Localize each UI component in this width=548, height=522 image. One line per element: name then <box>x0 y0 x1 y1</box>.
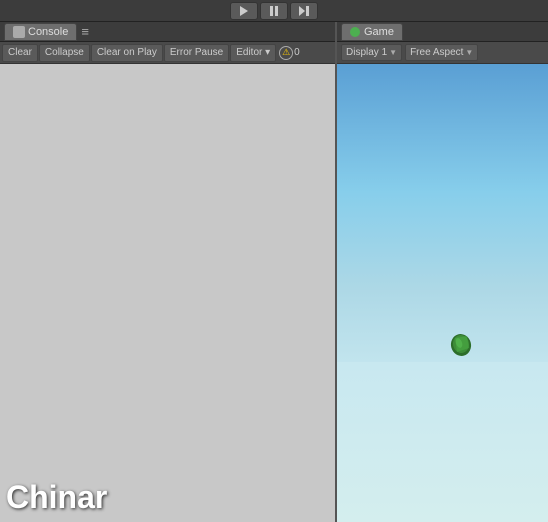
console-content: Chinar <box>0 64 335 522</box>
sky-background <box>337 64 548 385</box>
console-icon <box>13 26 25 38</box>
step-button[interactable] <box>290 2 318 20</box>
ground-background <box>337 362 548 522</box>
console-tab-bar: Console ≡ <box>0 22 335 42</box>
game-object <box>447 330 475 358</box>
error-pause-button[interactable]: Error Pause <box>164 44 229 62</box>
game-viewport <box>337 64 548 522</box>
console-tab[interactable]: Console <box>4 23 77 41</box>
display-label: Display 1 <box>346 47 387 58</box>
leaf-svg <box>447 330 475 358</box>
warning-count: 0 <box>294 47 300 58</box>
display-select[interactable]: Display 1 ▼ <box>341 44 402 61</box>
aspect-label: Free Aspect <box>410 47 463 58</box>
game-tab-label: Game <box>364 26 394 38</box>
warning-icon: ⚠ <box>279 46 293 60</box>
main-layout: Console ≡ Clear Collapse Clear on Play E… <box>0 22 548 522</box>
aspect-select[interactable]: Free Aspect ▼ <box>405 44 478 61</box>
console-toolbar: Clear Collapse Clear on Play Error Pause… <box>0 42 335 64</box>
editor-button[interactable]: Editor ▾ <box>230 44 276 62</box>
display-dropdown-arrow: ▼ <box>389 48 397 57</box>
clear-button[interactable]: Clear <box>2 44 38 62</box>
game-toolbar: Display 1 ▼ Free Aspect ▼ <box>337 42 548 64</box>
clear-on-play-button[interactable]: Clear on Play <box>91 44 163 62</box>
top-toolbar <box>0 0 548 22</box>
play-button[interactable] <box>230 2 258 20</box>
console-tab-menu-icon[interactable]: ≡ <box>81 24 89 39</box>
game-panel: Game Display 1 ▼ Free Aspect ▼ <box>337 22 548 522</box>
game-tab[interactable]: Game <box>341 23 403 41</box>
pause-button[interactable] <box>260 2 288 20</box>
chinar-label: Chinar <box>6 479 107 516</box>
console-panel: Console ≡ Clear Collapse Clear on Play E… <box>0 22 337 522</box>
collapse-button[interactable]: Collapse <box>39 44 90 62</box>
aspect-dropdown-arrow: ▼ <box>465 48 473 57</box>
console-tab-label: Console <box>28 26 68 38</box>
game-tab-bar: Game <box>337 22 548 42</box>
game-icon <box>350 27 360 37</box>
